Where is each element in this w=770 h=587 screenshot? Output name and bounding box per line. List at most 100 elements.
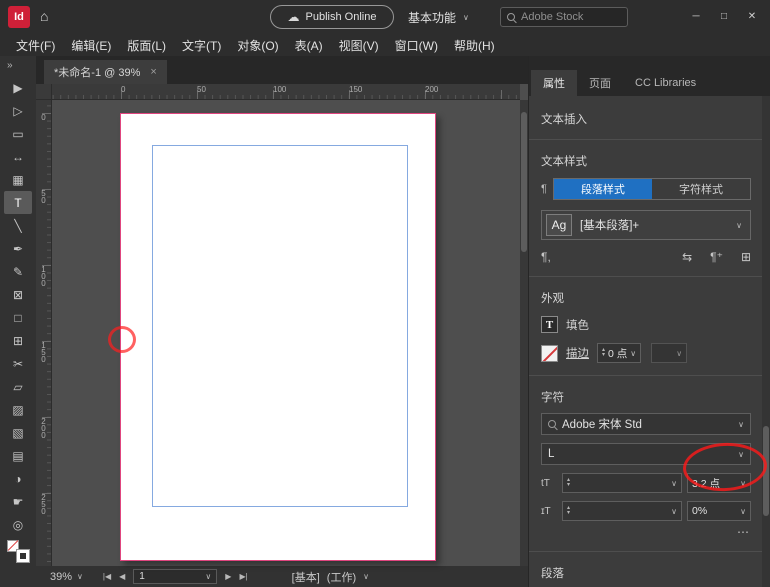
publish-online-label: Publish Online <box>306 11 377 23</box>
menu-edit[interactable]: 编辑(E) <box>63 37 119 54</box>
menu-table[interactable]: 表(A) <box>287 37 331 54</box>
fill-color-icon[interactable]: T <box>541 316 558 333</box>
swap-style-icon[interactable]: ⇆ <box>682 250 692 264</box>
ruler-mark: 0 <box>121 85 125 94</box>
stroke-type-dropdown[interactable]: ∨ <box>651 343 687 363</box>
new-style-icon[interactable]: ¶⁺ <box>710 250 723 264</box>
tab-paragraph-styles[interactable]: 段落样式 <box>554 179 652 199</box>
tab-close-icon[interactable]: × <box>150 66 156 78</box>
type-tool[interactable]: T <box>4 191 32 214</box>
paragraph-style-dropdown[interactable]: Ag [基本段落]+ ∨ <box>541 210 751 240</box>
chevron-down-icon: ∨ <box>463 13 469 22</box>
font-size-dropdown[interactable]: ▴ ▾ ∨ <box>562 473 682 493</box>
style-options-icon[interactable]: ⊞ <box>741 250 751 264</box>
adobe-stock-search[interactable] <box>500 7 628 27</box>
rectangle-tool[interactable]: □ <box>4 306 32 329</box>
ruler-mark: 0 <box>39 113 48 120</box>
pencil-tool[interactable]: ✎ <box>4 260 32 283</box>
tab-properties[interactable]: 属性 <box>531 70 577 96</box>
ruler-origin[interactable] <box>36 84 52 100</box>
stroke-color-icon[interactable] <box>541 345 558 362</box>
stepper-arrows[interactable]: ▴ ▾ <box>602 348 605 358</box>
next-page-button[interactable]: ▶ <box>225 572 231 581</box>
stroke-swatch[interactable] <box>17 550 29 562</box>
page-tool[interactable]: ▭ <box>4 122 32 145</box>
tracking-value: 0% <box>692 505 737 517</box>
scrollbar-thumb[interactable] <box>763 426 769 516</box>
scrollbar-thumb[interactable] <box>521 112 527 252</box>
style-sample-icon: Ag <box>546 214 572 236</box>
style-actions-row: ¶, ⇆ ¶⁺ ⊞ <box>541 250 751 264</box>
canvas[interactable]: 0 50 100 150 200 0 50 100 150 200 250 <box>36 84 528 566</box>
selection-tool[interactable]: ▶ <box>4 76 32 99</box>
ruler-mark: 250 <box>39 493 48 514</box>
close-button[interactable]: ✕ <box>738 2 766 30</box>
vertical-scale-dropdown[interactable]: ▴ ▾ ∨ <box>562 501 682 521</box>
first-page-button[interactable]: |◀ <box>103 572 111 581</box>
stepper-arrows[interactable]: ▴ ▾ <box>567 478 570 488</box>
maximize-button[interactable]: □ <box>710 2 738 30</box>
text-insert-title: 文本插入 <box>541 111 751 127</box>
zoom-tool[interactable]: ◎ <box>4 513 32 536</box>
publish-online-button[interactable]: ☁ Publish Online <box>270 5 394 29</box>
cloud-icon: ☁ <box>288 10 300 24</box>
canvas-vertical-scrollbar[interactable] <box>520 100 528 566</box>
grid-tool[interactable]: ⊞ <box>4 329 32 352</box>
tracking-dropdown[interactable]: 0% ∨ <box>687 501 751 521</box>
page-number-dropdown[interactable]: 1 ∨ <box>133 569 217 584</box>
home-icon[interactable]: ⌂ <box>40 8 48 24</box>
chevron-down-icon: ∨ <box>671 507 677 516</box>
document-page[interactable] <box>120 113 436 561</box>
gradient-swatch-tool[interactable]: ▨ <box>4 398 32 421</box>
tab-pages[interactable]: 页面 <box>577 70 623 96</box>
rectangle-frame-tool[interactable]: ⊠ <box>4 283 32 306</box>
ruler-mark: 150 <box>39 341 48 362</box>
fill-stroke-swatches <box>7 540 29 562</box>
hand-tool[interactable]: ☛ <box>4 490 32 513</box>
line-tool[interactable]: ╲ <box>4 214 32 237</box>
free-transform-tool[interactable]: ▱ <box>4 375 32 398</box>
ruler-mark: 100 <box>39 265 48 286</box>
font-family-dropdown[interactable]: Adobe 宋体 Std ∨ <box>541 413 751 435</box>
tab-cc-libraries[interactable]: CC Libraries <box>623 70 708 96</box>
minimize-button[interactable]: ─ <box>682 2 710 30</box>
toolbar-collapse-icon[interactable]: » <box>0 56 13 76</box>
fill-label: 填色 <box>566 317 589 333</box>
document-tab[interactable]: *未命名-1 @ 39% × <box>44 60 167 84</box>
menu-object[interactable]: 对象(O) <box>229 37 286 54</box>
menu-help[interactable]: 帮助(H) <box>446 37 503 54</box>
menu-layout[interactable]: 版面(L) <box>119 37 174 54</box>
content-collector-tool[interactable]: ▦ <box>4 168 32 191</box>
panel-scrollbar[interactable] <box>762 96 770 587</box>
zoom-level-dropdown[interactable]: 39% ∨ <box>50 571 83 583</box>
preflight-status[interactable]: [基本] (工作) ∨ <box>292 569 369 585</box>
menu-window[interactable]: 窗口(W) <box>387 37 446 54</box>
gap-tool[interactable]: ↔ <box>4 145 32 168</box>
menu-view[interactable]: 视图(V) <box>331 37 387 54</box>
stepper-arrows[interactable]: ▴ ▾ <box>567 506 570 516</box>
chevron-down-icon: ∨ <box>676 349 682 358</box>
horizontal-ruler[interactable]: 0 50 100 150 200 <box>52 84 520 100</box>
leading-dropdown[interactable]: 3.2 点 ∨ <box>687 473 751 493</box>
workspace-switcher[interactable]: 基本功能 ∨ <box>408 0 469 34</box>
down-arrow-icon: ▾ <box>602 353 605 358</box>
menu-file[interactable]: 文件(F) <box>8 37 63 54</box>
menu-type[interactable]: 文字(T) <box>174 37 229 54</box>
stock-search-input[interactable] <box>521 11 613 23</box>
font-style-dropdown[interactable]: L ∨ <box>541 443 751 465</box>
tab-character-styles[interactable]: 字符样式 <box>652 179 750 199</box>
direct-selection-tool[interactable]: ▷ <box>4 99 32 122</box>
properties-panel: 属性 页面 CC Libraries 文本插入 文本样式 ¶ 段落样式 字符样式… <box>528 56 770 587</box>
stroke-label[interactable]: 描边 <box>566 345 589 361</box>
vertical-ruler[interactable]: 0 50 100 150 200 250 <box>36 100 52 566</box>
pen-tool[interactable]: ✒ <box>4 237 32 260</box>
color-theme-tool[interactable]: ◑ <box>4 467 32 490</box>
paragraph-formatting-icon[interactable]: ¶, <box>541 250 551 264</box>
note-tool[interactable]: ▤ <box>4 444 32 467</box>
previous-page-button[interactable]: ◀ <box>119 572 125 581</box>
last-page-button[interactable]: ▶| <box>239 572 247 581</box>
gradient-feather-tool[interactable]: ▧ <box>4 421 32 444</box>
stroke-weight-stepper[interactable]: ▴ ▾ 0 点 ∨ <box>597 343 641 363</box>
more-options-icon[interactable]: ⋯ <box>737 525 751 539</box>
scissors-tool[interactable]: ✂ <box>4 352 32 375</box>
